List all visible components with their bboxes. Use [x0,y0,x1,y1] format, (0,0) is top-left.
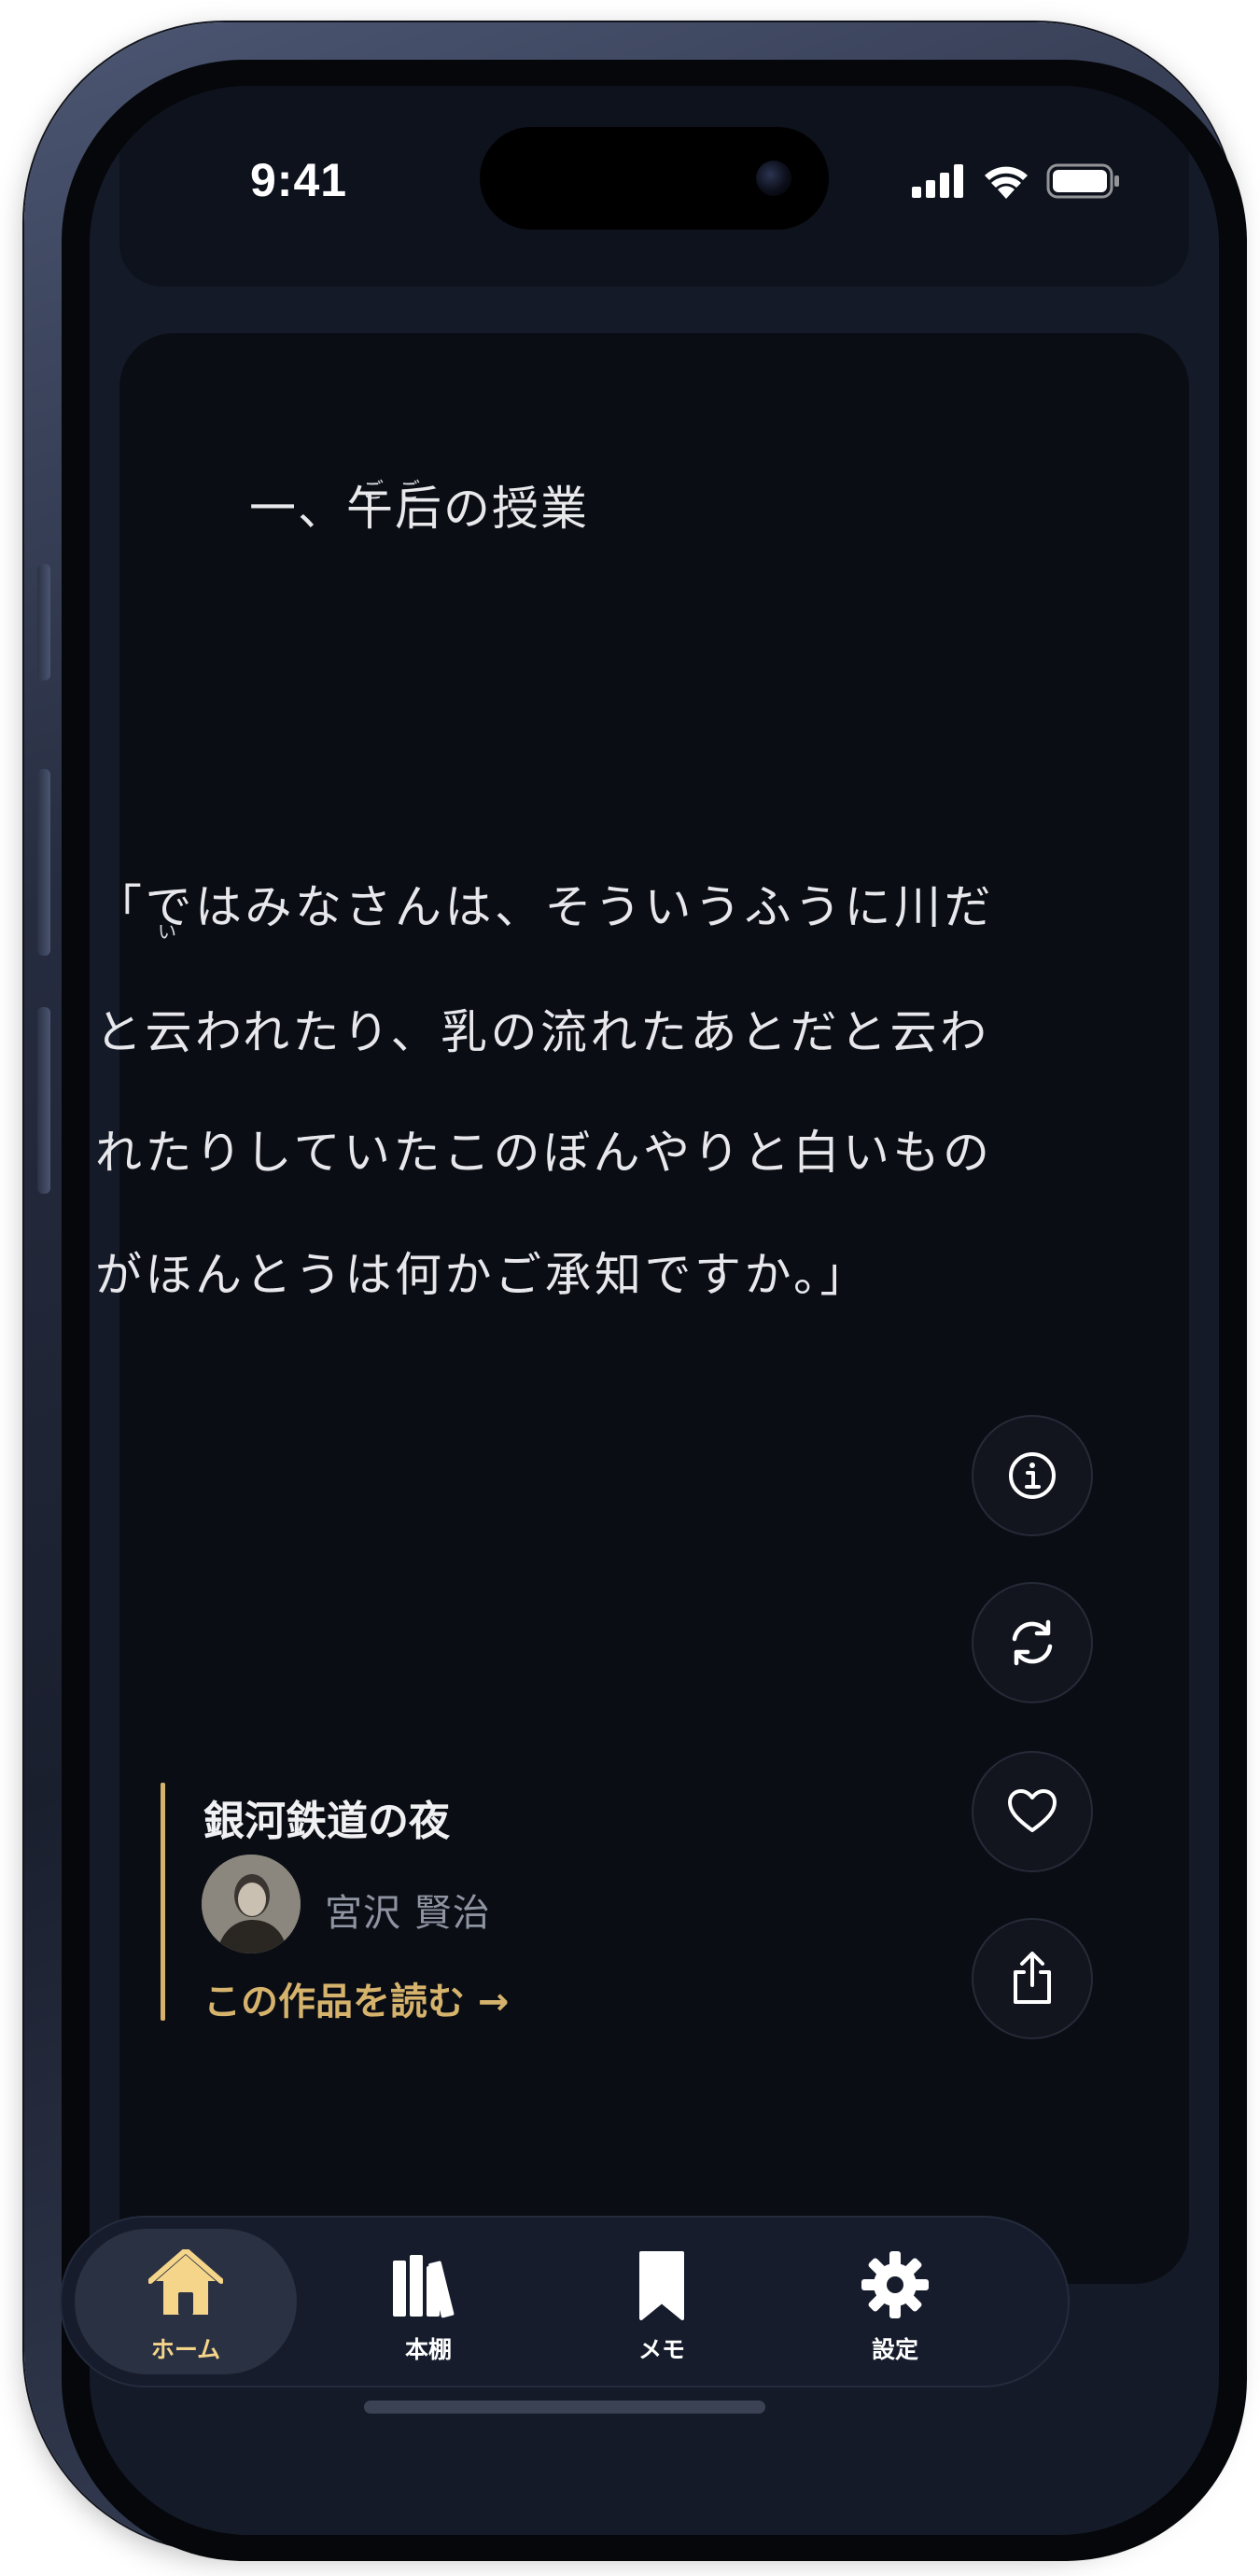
heart-icon [1008,1789,1057,1832]
tab-bar: ホーム 本棚 メモ 設定 [60,2216,1070,2387]
bookshelf-icon [393,2255,455,2318]
refresh-button[interactable] [972,1582,1093,1703]
author-name: 宮沢 賢治 [325,1892,491,1935]
refresh-icon [1012,1619,1053,1666]
tab-memo-label: メモ [637,2336,685,2363]
action-side-button [37,564,50,680]
cellular-signal-icon [912,164,963,198]
passage-line: れたりしていたこのぼんやりと白いもの [95,1126,993,1180]
work-title: 銀河鉄道の夜 [203,1798,450,1845]
passage-line: がほんとうは何かご承知ですか。」 [95,1248,870,1302]
chapter-title: 一、午后の授業 [249,482,589,536]
tab-bookshelf[interactable]: 本棚 [317,2229,539,2374]
status-time: 9:41 [250,154,348,206]
info-button[interactable] [972,1415,1093,1536]
favorite-button[interactable] [972,1751,1093,1872]
tab-settings-label: 設定 [871,2336,918,2363]
share-icon [1014,1952,1051,2004]
info-icon [1009,1452,1056,1499]
gear-icon [861,2251,929,2318]
home-icon [148,2249,223,2315]
wifi-icon [985,166,1028,199]
author-portrait-icon [202,1855,301,1953]
work-accent-bar [161,1783,165,2021]
screen: 9:41 [90,86,1219,2535]
volume-down-side-button [37,1007,50,1194]
dynamic-island [480,127,829,230]
volume-up-side-button [37,769,50,956]
passage-line: 「ではみなさんは、そういうふうに川だ [95,880,994,934]
bookmark-icon [639,2251,684,2320]
tab-home-label: ホーム [150,2336,221,2363]
battery-icon [1046,163,1119,199]
tab-memo[interactable]: メモ [551,2229,773,2374]
passage-line: と云われたり、乳の流れたあとだと云わ [95,1005,990,1059]
camera-icon [756,161,791,196]
share-button[interactable] [972,1918,1093,2039]
tab-settings[interactable]: 設定 [784,2229,1006,2374]
read-work-link[interactable]: この作品を読む → [203,1971,509,2025]
tab-bookshelf-label: 本棚 [404,2336,452,2363]
author-avatar [202,1855,301,1953]
home-indicator[interactable] [364,2401,765,2414]
tab-home[interactable]: ホーム [75,2229,297,2374]
status-icons [912,161,1121,202]
